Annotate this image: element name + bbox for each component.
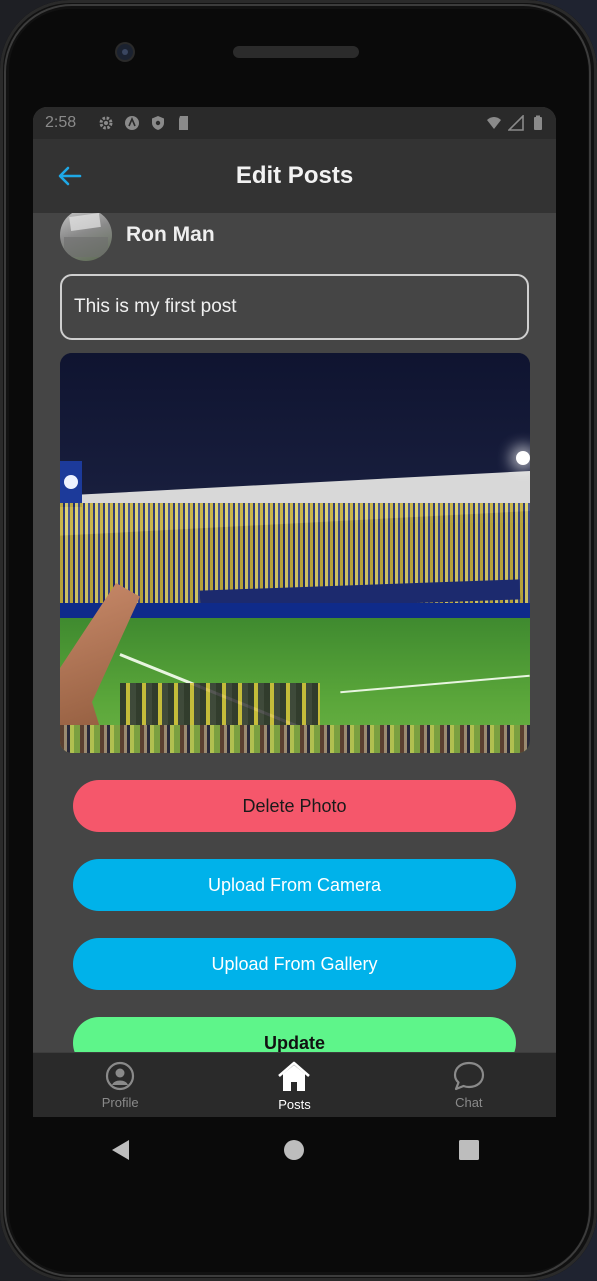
chat-icon [453,1061,484,1091]
system-navigation [33,1117,556,1183]
nav-item-chat[interactable]: Chat [382,1053,556,1117]
bottom-navigation: Profile Posts Chat [33,1052,556,1117]
battery-icon [534,115,542,130]
upload-camera-button[interactable]: Upload From Camera [73,859,516,911]
author-row: Ron Man [60,213,215,263]
sd-card-icon [179,116,189,130]
profile-icon [106,1061,135,1091]
club-logo-icon [60,461,82,507]
app-header: Edit Posts [33,139,556,213]
nav-item-posts[interactable]: Posts [207,1053,381,1117]
page-title: Edit Posts [235,162,354,189]
status-time: 2:58 [45,114,77,131]
earpiece-speaker [233,46,359,58]
nav-item-profile[interactable]: Profile [33,1053,207,1117]
system-recents-button[interactable] [454,1135,484,1165]
nav-label-chat: Chat [455,1095,483,1110]
nav-label-posts: Posts [278,1097,311,1112]
post-text-input[interactable] [60,274,529,340]
avatar [60,213,112,261]
nav-label-profile: Profile [101,1095,139,1110]
update-button[interactable]: Update [73,1017,516,1053]
author-name: Ron Man [126,223,215,246]
triangle-back-icon [112,1140,130,1160]
upload-gallery-button[interactable]: Upload From Gallery [73,938,516,990]
system-back-button[interactable] [105,1135,135,1165]
shield-icon [152,116,165,130]
front-camera [117,44,133,60]
status-bar: 2:58 [33,107,556,139]
system-home-button[interactable] [279,1135,309,1165]
delete-photo-button[interactable]: Delete Photo [73,780,516,832]
wifi-icon [487,117,501,129]
circle-home-icon [284,1140,305,1160]
edit-post-content[interactable]: Ron Man Delete Photo Upload From Camera [33,213,556,1053]
phone-device: 2:58 Edit Posts Ron Man This is my first… [0,0,597,1281]
back-arrow-icon[interactable] [55,161,85,191]
settings-icon [99,116,113,130]
app-screen: 2:58 Edit Posts Ron Man This is my first… [33,107,556,1117]
square-recents-icon [458,1140,479,1160]
post-photo [60,353,530,753]
home-icon [278,1061,311,1091]
app-notification-icon [125,116,140,130]
signal-icon [508,115,524,131]
